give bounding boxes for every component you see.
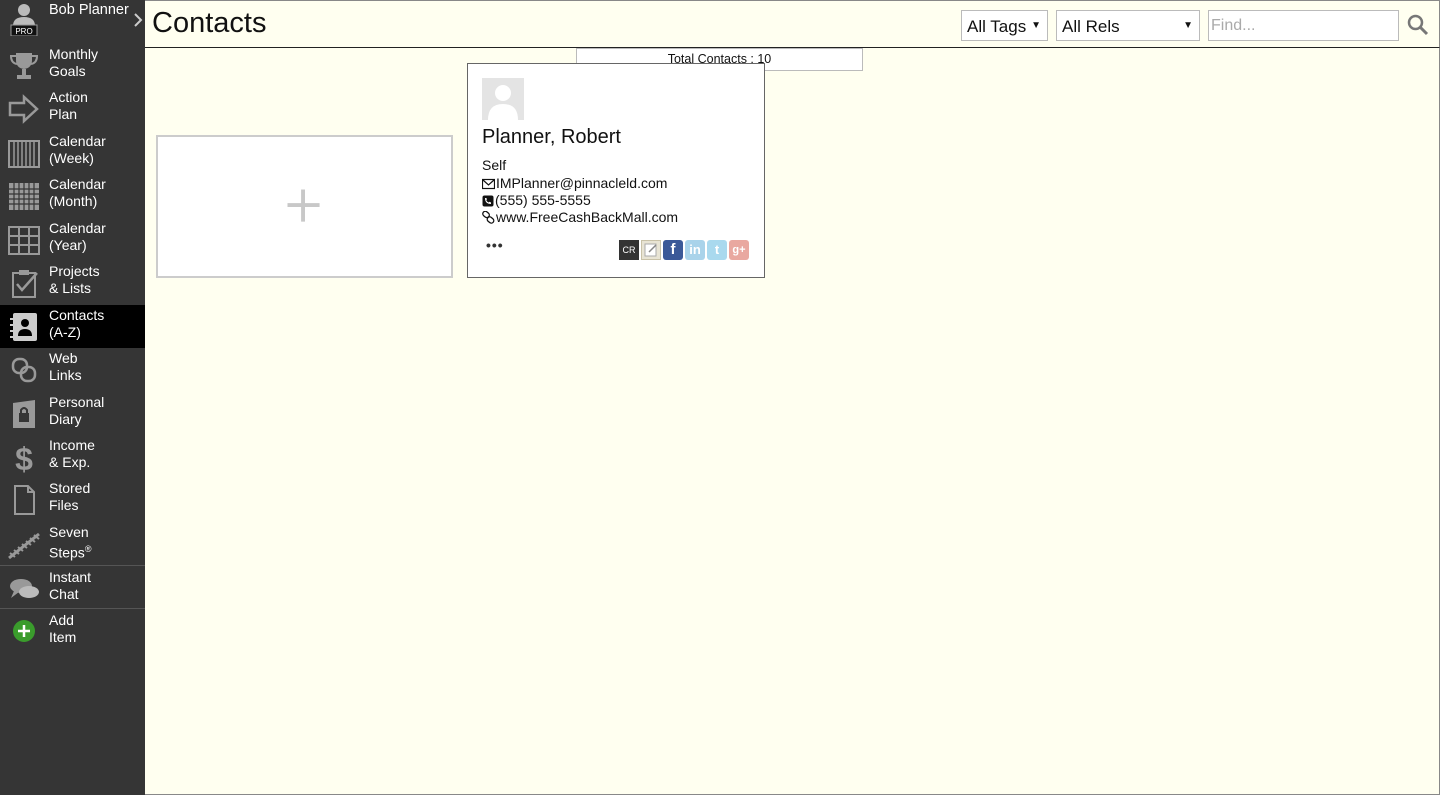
contact-photo-placeholder-icon: [482, 78, 524, 120]
edit-icon[interactable]: [641, 240, 661, 260]
envelope-icon: [481, 178, 496, 190]
sidebar-item-label: Stored Files: [49, 480, 91, 513]
sidebar-item-calendar-month[interactable]: Calendar (Month): [0, 174, 145, 217]
more-options-button[interactable]: •••: [486, 238, 504, 252]
sidebar-item-calendar-year[interactable]: Calendar (Year): [0, 218, 145, 261]
link-icon: [482, 210, 495, 224]
contacts-area: Total Contacts : 10 Planner, Robert Self…: [145, 48, 1440, 795]
sidebar-item-label: Income & Exp.: [49, 437, 95, 470]
contact-phone: (555) 555-5555: [495, 192, 591, 208]
tags-filter-select[interactable]: All Tags ▼: [961, 10, 1048, 41]
sidebar-item-personal-diary[interactable]: Personal Diary: [0, 392, 145, 435]
sidebar-item-label: Contacts (A-Z): [49, 307, 105, 340]
find-input[interactable]: Find...: [1208, 10, 1399, 41]
contact-name[interactable]: Planner, Robert: [482, 126, 621, 149]
header: Contacts All Tags ▼ All Rels ▼ Find...: [145, 0, 1440, 48]
sidebar-item-stored-files[interactable]: Stored Files: [0, 478, 145, 521]
google-plus-icon[interactable]: g+: [729, 240, 749, 260]
sidebar-item-label: Add Item: [49, 612, 77, 645]
sidebar-item-contacts[interactable]: Contacts (A-Z): [0, 305, 145, 348]
rels-filter-select[interactable]: All Rels ▼: [1056, 10, 1200, 41]
phone-icon: [482, 195, 494, 207]
tags-filter-value: All Tags: [967, 17, 1027, 36]
dropdown-arrow-icon: ▼: [1031, 20, 1041, 31]
sidebar-item-projects-lists[interactable]: Projects & Lists: [0, 261, 145, 304]
contact-email: IMPlanner@pinnacleld.com: [496, 175, 668, 191]
sidebar-item-label: Personal Diary: [49, 394, 105, 427]
find-placeholder: Find...: [1211, 17, 1256, 34]
cr-button[interactable]: CR: [619, 240, 639, 260]
link-icon: [7, 354, 41, 386]
sidebar-item-label: Action Plan: [49, 89, 88, 122]
svg-text:$: $: [15, 441, 33, 473]
facebook-icon[interactable]: f: [663, 240, 683, 260]
calendar-week-icon: [7, 137, 41, 169]
sidebar-divider: [0, 565, 145, 566]
sidebar-item-label: Calendar (Month): [49, 176, 106, 209]
contact-phone-row[interactable]: (555) 555-5555: [482, 192, 591, 209]
contacts-book-icon: [7, 311, 41, 343]
chat-bubbles-icon: [7, 573, 41, 605]
dropdown-arrow-icon: ▼: [1183, 20, 1193, 31]
trophy-icon: [7, 50, 41, 82]
add-contact-card[interactable]: [156, 135, 453, 278]
sidebar-item-monthly-goals[interactable]: Monthly Goals: [0, 44, 145, 87]
contact-relationship: Self: [482, 157, 507, 173]
contact-email-row[interactable]: IMPlanner@pinnacleld.com: [481, 175, 668, 192]
file-icon: [7, 484, 41, 516]
sidebar-item-label: Calendar (Year): [49, 220, 106, 253]
sidebar-divider: [0, 608, 145, 609]
lock-diary-icon: [7, 398, 41, 430]
contact-website: www.FreeCashBackMall.com: [496, 209, 679, 225]
user-avatar-icon: PRO: [10, 2, 38, 37]
sidebar-item-instant-chat[interactable]: Instant Chat: [0, 567, 145, 610]
dollar-icon: $: [7, 441, 41, 477]
pro-badge: PRO: [15, 27, 32, 36]
arrow-right-icon: [7, 93, 41, 125]
sidebar-item-action-plan[interactable]: Action Plan: [0, 87, 145, 130]
user-menu[interactable]: PRO Bob Planner: [0, 0, 145, 40]
page-title: Contacts: [152, 7, 267, 39]
plus-icon: [287, 189, 320, 222]
search-icon[interactable]: [1407, 14, 1429, 36]
sidebar-item-web-links[interactable]: Web Links: [0, 348, 145, 391]
sidebar-item-label: Web Links: [49, 350, 82, 383]
rels-filter-value: All Rels: [1062, 17, 1120, 36]
add-circle-icon: [7, 616, 41, 648]
linkedin-icon[interactable]: in: [685, 240, 705, 260]
sidebar-item-label: Instant Chat: [49, 569, 92, 602]
sidebar-item-label: Calendar (Week): [49, 133, 106, 166]
user-name: Bob Planner: [49, 2, 129, 18]
stairs-icon: [7, 528, 41, 560]
twitter-icon[interactable]: t: [707, 240, 727, 260]
sidebar-item-label: Seven Steps®: [49, 524, 92, 561]
chevron-right-icon[interactable]: [133, 12, 143, 33]
calendar-month-icon: [7, 180, 41, 212]
sidebar-item-add-item[interactable]: Add Item: [0, 610, 145, 653]
sidebar-item-calendar-week[interactable]: Calendar (Week): [0, 131, 145, 174]
sidebar-item-label: Monthly Goals: [49, 46, 99, 79]
contact-website-row[interactable]: www.FreeCashBackMall.com: [482, 209, 678, 226]
sidebar-item-label: Projects & Lists: [49, 263, 100, 296]
sidebar: PRO Bob Planner Monthly Goals Action Pla…: [0, 0, 145, 795]
sidebar-item-seven-steps[interactable]: Seven Steps®: [0, 522, 145, 565]
contact-card[interactable]: Planner, Robert Self IMPlanner@pinnaclel…: [467, 63, 765, 278]
calendar-year-icon: [7, 224, 41, 256]
sidebar-item-income-expenses[interactable]: $ Income & Exp.: [0, 435, 145, 478]
clipboard-check-icon: [7, 267, 41, 299]
